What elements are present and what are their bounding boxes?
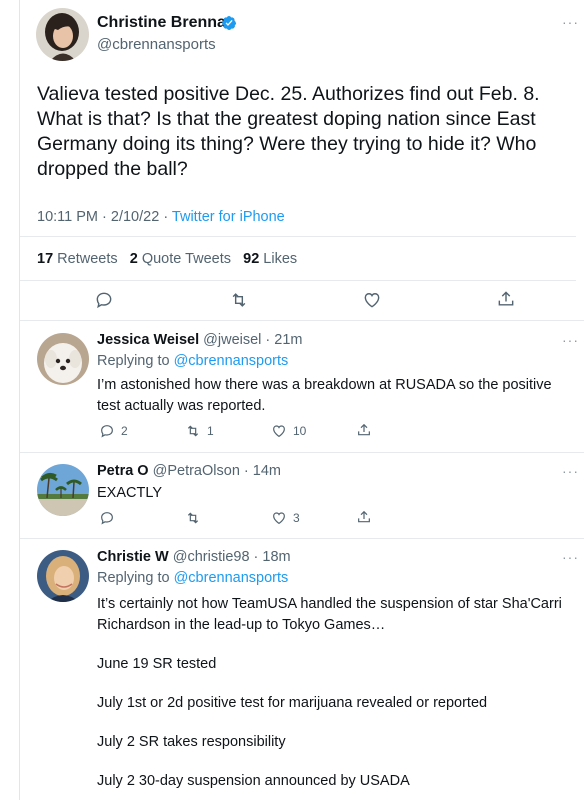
retweet-action[interactable] bbox=[185, 509, 201, 527]
reply-time[interactable]: 14m bbox=[253, 463, 281, 479]
author-avatar[interactable] bbox=[36, 8, 89, 61]
tweet-text: Valieva tested positive Dec. 25. Authori… bbox=[37, 83, 540, 180]
reply-tweet[interactable]: Jessica Weisel @jweisel · 21m ··· Replyi… bbox=[0, 321, 584, 453]
reply-author-handle[interactable]: @christie98 bbox=[173, 549, 250, 565]
reply-time[interactable]: 18m bbox=[262, 549, 290, 565]
retweet-icon[interactable] bbox=[229, 290, 249, 310]
share-action[interactable] bbox=[356, 421, 372, 439]
retweet-count: 1 bbox=[207, 424, 214, 438]
share-icon bbox=[358, 510, 370, 523]
author-name[interactable]: Christine Brennan bbox=[97, 14, 236, 32]
more-options-icon[interactable]: ··· bbox=[562, 14, 579, 30]
tweet-time[interactable]: 10:11 PM bbox=[37, 209, 98, 225]
tweet-date[interactable]: 2/10/22 bbox=[111, 209, 159, 225]
reply-author-handle[interactable]: @PetraOlson bbox=[153, 463, 240, 479]
divider bbox=[20, 280, 576, 281]
reply-paragraph: June 19 SR tested bbox=[97, 656, 217, 672]
reply-author-name[interactable]: Petra O bbox=[97, 463, 149, 479]
replying-to: Replying to @cbrennansports bbox=[97, 353, 289, 369]
replying-to: Replying to @cbrennansports bbox=[97, 570, 289, 586]
reply-icon[interactable] bbox=[94, 290, 114, 310]
main-tweet: Christine Brennan @cbrennansports ··· Va… bbox=[0, 0, 584, 321]
reply-tweet[interactable]: Christie W @christie98 · 18m ··· Replyin… bbox=[0, 539, 584, 800]
reply-text: It’s certainly not how TeamUSA handled t… bbox=[97, 594, 567, 800]
reply-text: I’m astonished how there was a breakdown… bbox=[97, 377, 552, 414]
replying-to-mention[interactable]: @cbrennansports bbox=[174, 353, 289, 369]
tweet-metadata: 10:11 PM · 2/10/22 · Twitter for iPhone bbox=[37, 209, 285, 225]
reply-header: Petra O @PetraOlson · 14m bbox=[97, 463, 281, 479]
share-icon[interactable] bbox=[496, 289, 516, 309]
tweet-source[interactable]: Twitter for iPhone bbox=[172, 209, 285, 225]
share-action[interactable] bbox=[356, 508, 372, 526]
verified-badge-icon bbox=[222, 16, 237, 30]
reply-author-handle[interactable]: @jweisel bbox=[203, 332, 261, 348]
like-count: 3 bbox=[293, 511, 300, 525]
like-icon bbox=[273, 425, 285, 438]
reply-avatar[interactable] bbox=[37, 464, 89, 516]
like-count: 10 bbox=[293, 424, 307, 438]
quote-tweets-stat[interactable]: 2 Quote Tweets bbox=[130, 251, 231, 267]
reply-author-name[interactable]: Jessica Weisel bbox=[97, 332, 199, 348]
reply-paragraph: July 2 30-day suspension announced by US… bbox=[97, 773, 410, 789]
reply-paragraph: It’s certainly not how TeamUSA handled t… bbox=[97, 596, 562, 633]
like-action[interactable]: 10 bbox=[271, 422, 306, 440]
like-icon bbox=[273, 512, 285, 525]
author-handle[interactable]: @cbrennansports bbox=[97, 36, 216, 53]
reply-paragraph: July 1st or 2d positive test for marijua… bbox=[97, 695, 488, 711]
share-icon bbox=[358, 423, 370, 436]
retweet-icon bbox=[187, 425, 199, 437]
retweet-action[interactable]: 1 bbox=[185, 422, 214, 440]
divider bbox=[20, 236, 576, 237]
retweet-icon bbox=[187, 512, 199, 524]
likes-stat[interactable]: 92 Likes bbox=[243, 251, 297, 267]
reply-header: Jessica Weisel @jweisel · 21m bbox=[97, 332, 303, 348]
reply-count: 2 bbox=[121, 424, 128, 438]
reply-avatar[interactable] bbox=[37, 333, 89, 385]
reply-tweet[interactable]: Petra O @PetraOlson · 14m ··· EXACTLY 3 bbox=[0, 453, 584, 539]
like-icon[interactable] bbox=[362, 290, 382, 310]
reply-action[interactable] bbox=[99, 509, 115, 527]
retweets-stat[interactable]: 17 Retweets bbox=[37, 251, 118, 267]
reply-action[interactable]: 2 bbox=[99, 422, 128, 440]
replying-to-mention[interactable]: @cbrennansports bbox=[174, 570, 289, 586]
more-options-icon[interactable]: ··· bbox=[562, 549, 579, 565]
reply-avatar[interactable] bbox=[37, 550, 89, 602]
like-action[interactable]: 3 bbox=[271, 509, 300, 527]
more-options-icon[interactable]: ··· bbox=[562, 332, 579, 348]
reply-header: Christie W @christie98 · 18m bbox=[97, 549, 291, 565]
more-options-icon[interactable]: ··· bbox=[562, 463, 579, 479]
reply-icon bbox=[101, 512, 113, 525]
reply-text: EXACTLY bbox=[97, 485, 163, 501]
reply-icon bbox=[101, 425, 113, 438]
reply-paragraph: July 2 SR takes responsibility bbox=[97, 734, 286, 750]
reply-time[interactable]: 21m bbox=[274, 332, 302, 348]
reply-author-name[interactable]: Christie W bbox=[97, 549, 169, 565]
engagement-stats: 17 Retweets 2 Quote Tweets 92 Likes bbox=[37, 251, 297, 267]
